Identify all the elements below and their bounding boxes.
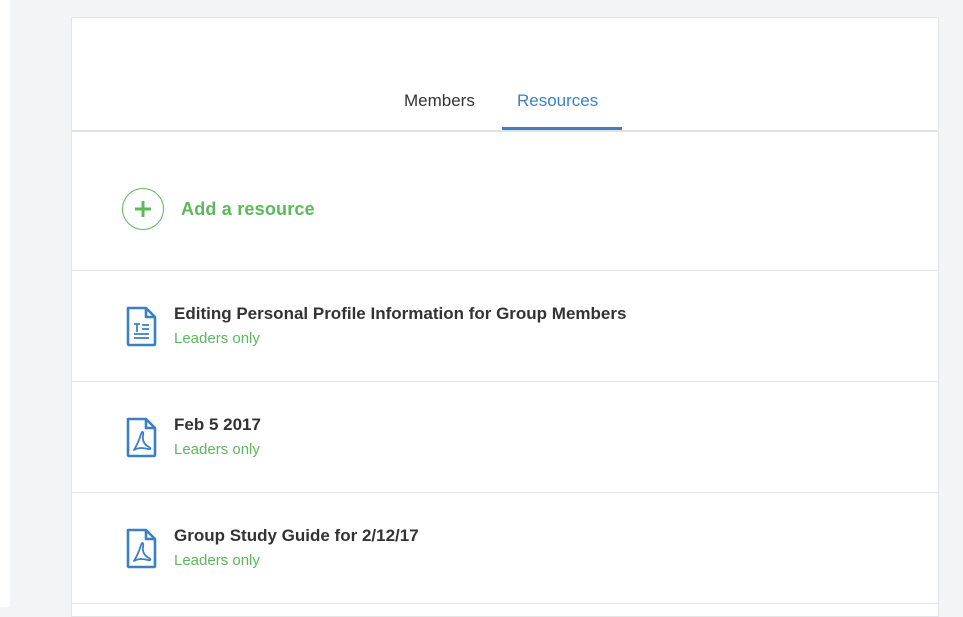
add-resource-row: Add a resource [72,131,938,271]
resource-title[interactable]: Editing Personal Profile Information for… [174,304,626,324]
resource-access: Leaders only [174,330,260,347]
resource-access: Leaders only [174,441,260,458]
resource-item[interactable]: Feb 5 2017 Leaders only [72,382,938,493]
resource-title[interactable]: Group Study Guide for 2/12/17 [174,526,419,546]
add-resource-label[interactable]: Add a resource [181,199,315,220]
resources-panel: Members Resources Add a resource Editing… [71,17,939,617]
resource-item[interactable]: Group Study Guide for 2/12/17 Leaders on… [72,493,938,604]
active-tab-indicator [502,127,622,130]
page-left-margin [0,0,10,607]
resource-title[interactable]: Feb 5 2017 [174,415,261,435]
resource-item[interactable]: Editing Personal Profile Information for… [72,271,938,382]
plus-circle-icon[interactable] [122,188,164,230]
tab-members[interactable]: Members [404,91,475,111]
tab-resources[interactable]: Resources [517,91,598,111]
resource-access: Leaders only [174,552,260,569]
text-document-icon [126,306,157,347]
pdf-document-icon [126,528,157,569]
add-resource-button[interactable]: Add a resource [122,188,315,230]
pdf-document-icon [126,417,157,458]
tab-bar: Members Resources [72,18,938,132]
